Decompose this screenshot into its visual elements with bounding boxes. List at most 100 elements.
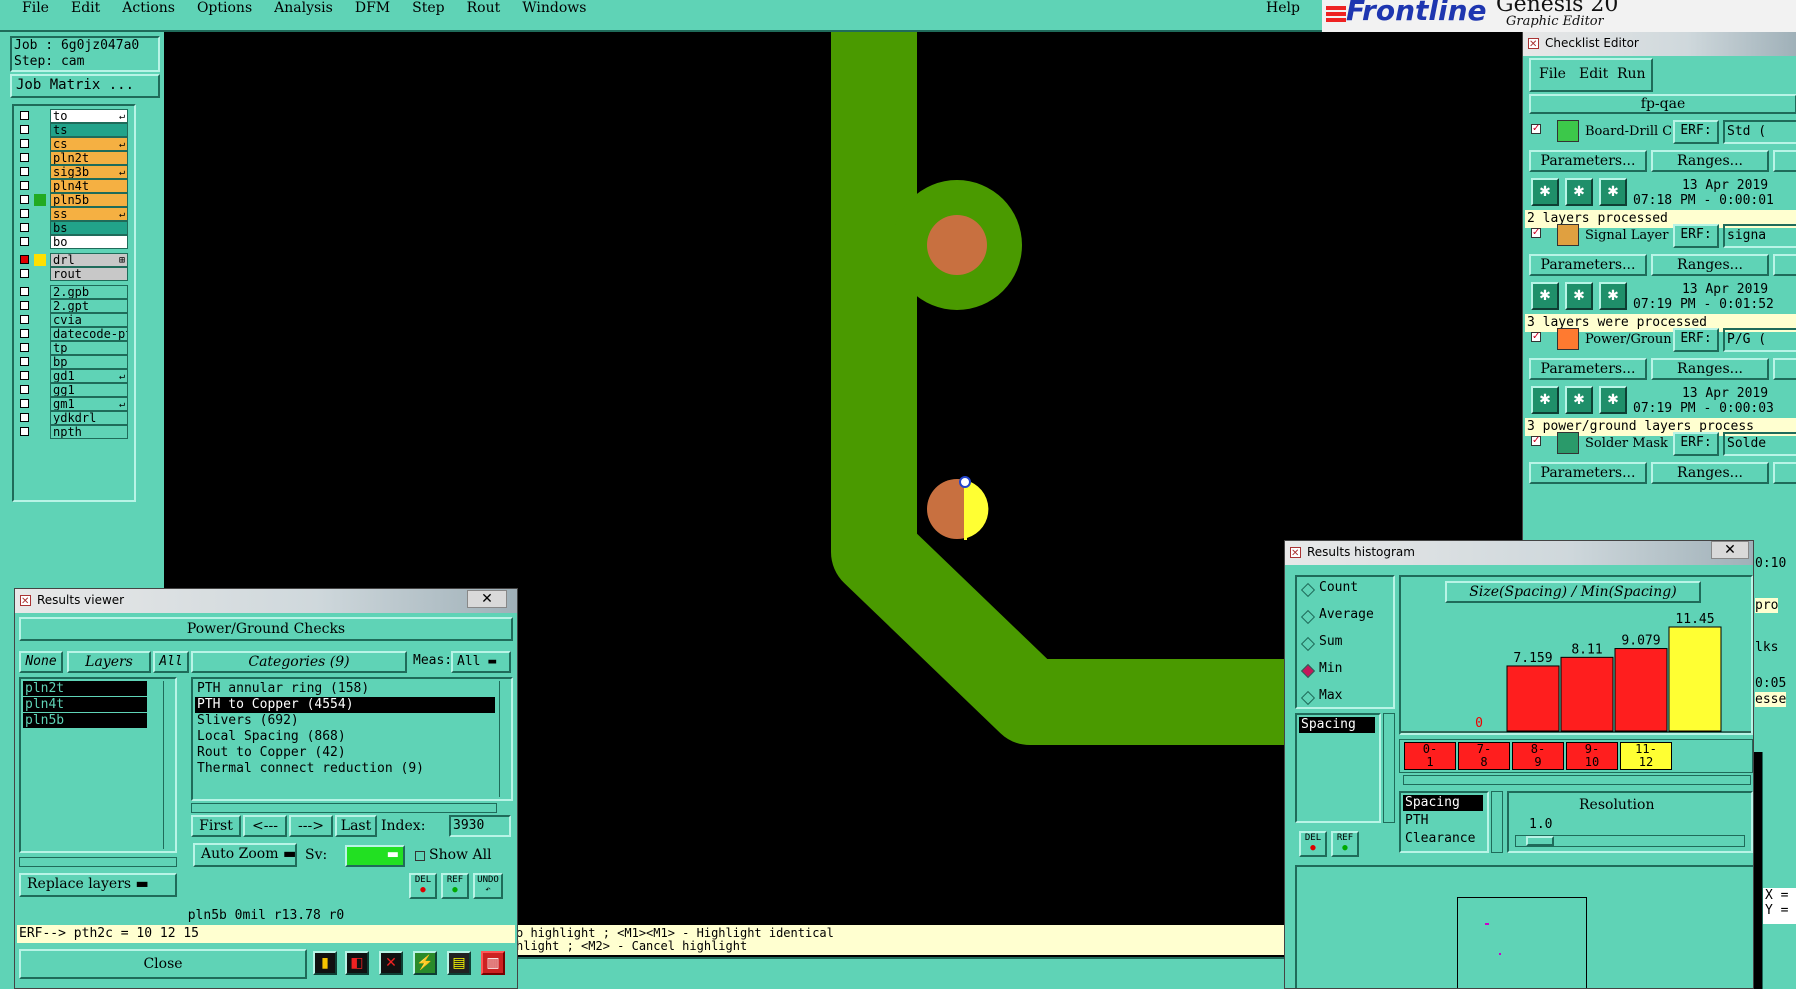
checklist-menu-run[interactable]: Run xyxy=(1617,66,1646,82)
category-item[interactable]: Slivers (692) xyxy=(195,713,495,729)
mode-radio-count[interactable] xyxy=(1300,582,1316,598)
resolution-slider-thumb[interactable] xyxy=(1526,836,1554,846)
first-button[interactable]: First xyxy=(191,815,241,837)
result-layer-item[interactable]: pln2t xyxy=(23,681,147,696)
layer-row-cvia[interactable]: cvia xyxy=(14,312,132,327)
layer-row-sig3b[interactable]: sig3b ↵ xyxy=(14,164,132,179)
layers-button[interactable]: Layers xyxy=(67,651,151,673)
resolution-slider[interactable] xyxy=(1515,835,1745,847)
run-action-icon[interactable]: ✱ xyxy=(1531,282,1559,310)
category-item[interactable]: Local Spacing (868) xyxy=(195,729,495,745)
menu-file[interactable]: File xyxy=(22,0,49,16)
checklist-item-checkbox[interactable]: ✓ xyxy=(1531,228,1541,238)
run-action-icon[interactable]: ✱ xyxy=(1565,178,1593,206)
layer-checkbox[interactable] xyxy=(20,269,29,278)
erase-tool-icon[interactable]: ◧ xyxy=(345,951,369,975)
histogram-category-cell[interactable]: 7- 8 xyxy=(1458,742,1510,770)
layer-checkbox[interactable] xyxy=(20,125,29,134)
histogram-category-cell[interactable]: 8- 9 xyxy=(1512,742,1564,770)
last-button[interactable]: Last xyxy=(335,815,377,837)
histogram-bar[interactable] xyxy=(1614,648,1668,732)
layer-checkbox[interactable] xyxy=(20,153,29,162)
chart-hscroll[interactable] xyxy=(1403,775,1751,785)
menu-windows[interactable]: Windows xyxy=(522,0,586,16)
mode-radio-sum[interactable] xyxy=(1300,636,1316,652)
mode-radio-max[interactable] xyxy=(1300,690,1316,706)
undo-button[interactable]: UNDO ↶ xyxy=(473,873,503,899)
checklist-item-checkbox[interactable]: ✓ xyxy=(1531,332,1541,342)
layer-row-cs[interactable]: cs ↵ xyxy=(14,136,132,151)
category-item[interactable]: Rout to Copper (42) xyxy=(195,745,495,761)
result-layer-item[interactable]: pln5b xyxy=(23,713,147,728)
layer-checkbox[interactable] xyxy=(20,209,29,218)
layer-checkbox[interactable] xyxy=(20,287,29,296)
layer-row-npth[interactable]: npth xyxy=(14,424,132,439)
run-action-icon[interactable]: ✱ xyxy=(1599,386,1627,414)
layer-checkbox[interactable] xyxy=(20,237,29,246)
layer-row-ydkdrl[interactable]: ydkdrl xyxy=(14,410,132,425)
layer-row-to[interactable]: to ↵ xyxy=(14,108,132,123)
close-icon[interactable]: ✕ xyxy=(1711,541,1749,559)
category-item[interactable]: PTH to Copper (4554) xyxy=(195,697,495,713)
replace-layers-select[interactable]: Replace layers ▬ xyxy=(19,873,177,897)
layer-tool-icon[interactable]: ▮ xyxy=(313,951,337,975)
layer-row-rout[interactable]: rout xyxy=(14,266,132,281)
layer-checkbox[interactable] xyxy=(20,301,29,310)
parameters-button[interactable]: Parameters... xyxy=(1529,150,1647,172)
run-action-icon[interactable]: ✱ xyxy=(1599,282,1627,310)
erf-value[interactable]: Std ( xyxy=(1723,120,1796,144)
parameters-button[interactable]: Parameters... xyxy=(1529,462,1647,484)
menu-edit[interactable]: Edit xyxy=(71,0,100,16)
layer-checkbox[interactable] xyxy=(20,315,29,324)
layer-row-gm1[interactable]: gm1 ↵ xyxy=(14,396,132,411)
histogram-category-cell[interactable]: 9- 10 xyxy=(1566,742,1618,770)
show-all-checkbox[interactable] xyxy=(415,851,425,861)
extra-button[interactable] xyxy=(1773,462,1796,484)
erf-label[interactable]: ERF: xyxy=(1673,432,1719,456)
layer-row-bs[interactable]: bs xyxy=(14,220,132,235)
layer-checkbox[interactable] xyxy=(20,181,29,190)
auto-zoom-select[interactable]: Auto Zoom ▬ xyxy=(193,843,297,867)
layer-checkbox[interactable] xyxy=(20,329,29,338)
checklist-item-checkbox[interactable]: ✓ xyxy=(1531,436,1541,446)
run-action-icon[interactable]: ✱ xyxy=(1531,386,1559,414)
run-action-icon[interactable]: ✱ xyxy=(1565,282,1593,310)
menu-help[interactable]: Help xyxy=(1266,0,1300,16)
ranges-button[interactable]: Ranges... xyxy=(1651,254,1769,276)
layer-row-gg1[interactable]: gg1 xyxy=(14,382,132,397)
menu-dfm[interactable]: DFM xyxy=(355,0,390,16)
result-layer-item[interactable]: pln4t xyxy=(23,697,147,712)
index-field[interactable]: 3930 xyxy=(449,815,511,837)
layer-checkbox[interactable] xyxy=(20,167,29,176)
type-list-item[interactable]: Clearance xyxy=(1403,831,1483,847)
spacing-list-scrollbar[interactable] xyxy=(1383,713,1395,823)
parameters-button[interactable]: Parameters... xyxy=(1529,254,1647,276)
menu-actions[interactable]: Actions xyxy=(122,0,175,16)
mode-radio-average[interactable] xyxy=(1300,609,1316,625)
menu-options[interactable]: Options xyxy=(197,0,252,16)
checklist-item-checkbox[interactable]: ✓ xyxy=(1531,124,1541,134)
histogram-category-cell[interactable]: 11- 12 xyxy=(1620,742,1672,770)
layer-row-bp[interactable]: bp xyxy=(14,354,132,369)
layer-checkbox[interactable] xyxy=(20,385,29,394)
layer-checkbox[interactable] xyxy=(20,357,29,366)
histogram-category-cell[interactable]: 0- 1 xyxy=(1404,742,1456,770)
category-list-scrollbar[interactable] xyxy=(499,681,509,797)
hist-del-button[interactable]: DEL ● xyxy=(1299,831,1327,857)
parameters-button[interactable]: Parameters... xyxy=(1529,358,1647,380)
layer-checkbox[interactable] xyxy=(20,139,29,148)
sv-color-select[interactable]: ▬ xyxy=(345,845,405,867)
layer-checkbox[interactable] xyxy=(20,223,29,232)
none-button[interactable]: None xyxy=(19,651,63,673)
erf-value[interactable]: Solde xyxy=(1723,432,1796,456)
run-action-icon[interactable]: ✱ xyxy=(1599,178,1627,206)
erf-value[interactable]: signa xyxy=(1723,224,1796,248)
categories-button[interactable]: Categories (9) xyxy=(191,651,407,673)
layer-list-hscroll[interactable] xyxy=(19,857,177,867)
layer-checkbox[interactable] xyxy=(20,413,29,422)
layer-checkbox[interactable] xyxy=(20,255,29,264)
menu-rout[interactable]: Rout xyxy=(467,0,501,16)
layer-checkbox[interactable] xyxy=(20,371,29,380)
layer-checkbox[interactable] xyxy=(20,343,29,352)
mode-radio-min[interactable] xyxy=(1300,663,1316,679)
